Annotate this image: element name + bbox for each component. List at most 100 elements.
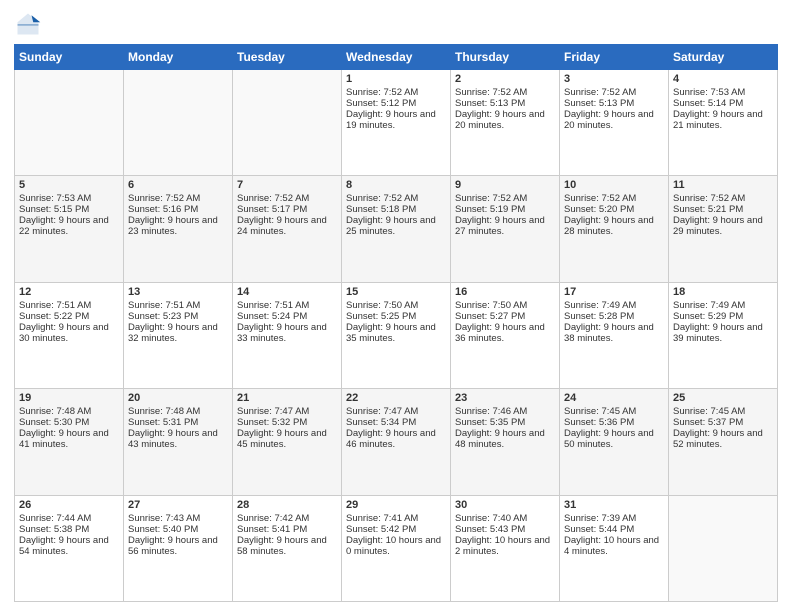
sunrise-text: Sunrise: 7:39 AM <box>564 513 664 524</box>
daylight-text: Daylight: 9 hours and 41 minutes. <box>19 428 119 450</box>
calendar-cell: 12 Sunrise: 7:51 AMSunset: 5:22 PMDayligh… <box>15 282 124 388</box>
daylight-text: Daylight: 9 hours and 58 minutes. <box>237 535 337 557</box>
sunset-text: Sunset: 5:15 PM <box>19 204 119 215</box>
day-number: 19 <box>19 392 119 404</box>
sunset-text: Sunset: 5:32 PM <box>237 417 337 428</box>
daylight-text: Daylight: 10 hours and 2 minutes. <box>455 535 555 557</box>
daylight-text: Daylight: 9 hours and 28 minutes. <box>564 215 664 237</box>
calendar-cell <box>124 70 233 176</box>
calendar-cell: 27Sunrise: 7:43 AMSunset: 5:40 PMDayligh… <box>124 495 233 601</box>
daylight-text: Daylight: 9 hours and 33 minutes. <box>237 322 337 344</box>
day-number: 29 <box>346 499 446 511</box>
sunrise-text: Sunrise: 7:41 AM <box>346 513 446 524</box>
calendar-cell: 30Sunrise: 7:40 AMSunset: 5:43 PMDayligh… <box>451 495 560 601</box>
sunset-text: Sunset: 5:13 PM <box>564 98 664 109</box>
day-number: 5 <box>19 179 119 191</box>
sunset-text: Sunset: 5:22 PM <box>19 311 119 322</box>
calendar-cell: 28Sunrise: 7:42 AMSunset: 5:41 PMDayligh… <box>233 495 342 601</box>
sunset-text: Sunset: 5:21 PM <box>673 204 773 215</box>
sunset-text: Sunset: 5:25 PM <box>346 311 446 322</box>
daylight-text: Daylight: 9 hours and 45 minutes. <box>237 428 337 450</box>
daylight-text: Daylight: 9 hours and 46 minutes. <box>346 428 446 450</box>
sunset-text: Sunset: 5:24 PM <box>237 311 337 322</box>
sunset-text: Sunset: 5:12 PM <box>346 98 446 109</box>
logo-icon <box>14 10 42 38</box>
calendar-cell: 23Sunrise: 7:46 AMSunset: 5:35 PMDayligh… <box>451 389 560 495</box>
daylight-text: Daylight: 9 hours and 56 minutes. <box>128 535 228 557</box>
sunrise-text: Sunrise: 7:51 AM <box>19 300 119 311</box>
day-number: 12 <box>19 286 119 298</box>
daylight-text: Daylight: 10 hours and 0 minutes. <box>346 535 446 557</box>
page: SundayMondayTuesdayWednesdayThursdayFrid… <box>0 0 792 612</box>
day-number: 21 <box>237 392 337 404</box>
sunrise-text: Sunrise: 7:52 AM <box>346 87 446 98</box>
weekday-header-wednesday: Wednesday <box>342 45 451 70</box>
sunset-text: Sunset: 5:35 PM <box>455 417 555 428</box>
daylight-text: Daylight: 9 hours and 38 minutes. <box>564 322 664 344</box>
daylight-text: Daylight: 9 hours and 36 minutes. <box>455 322 555 344</box>
sunrise-text: Sunrise: 7:52 AM <box>564 193 664 204</box>
sunset-text: Sunset: 5:43 PM <box>455 524 555 535</box>
calendar-header-row: SundayMondayTuesdayWednesdayThursdayFrid… <box>15 45 778 70</box>
calendar-week-5: 26Sunrise: 7:44 AMSunset: 5:38 PMDayligh… <box>15 495 778 601</box>
calendar-cell: 31 Sunrise: 7:39 AMSunset: 5:44 PMDayligh… <box>560 495 669 601</box>
day-number: 17 <box>564 286 664 298</box>
daylight-text: Daylight: 9 hours and 19 minutes. <box>346 109 446 131</box>
calendar-cell: 16Sunrise: 7:50 AMSunset: 5:27 PMDayligh… <box>451 282 560 388</box>
day-number: 28 <box>237 499 337 511</box>
sunrise-text: Sunrise: 7:46 AM <box>455 406 555 417</box>
sunrise-text: Sunrise: 7:52 AM <box>673 193 773 204</box>
day-number: 31 <box>564 499 664 511</box>
calendar-cell: 21Sunrise: 7:47 AMSunset: 5:32 PMDayligh… <box>233 389 342 495</box>
day-number: 4 <box>673 73 773 85</box>
calendar-cell: 10Sunrise: 7:52 AMSunset: 5:20 PMDayligh… <box>560 176 669 282</box>
sunset-text: Sunset: 5:28 PM <box>564 311 664 322</box>
sunrise-text: Sunrise: 7:51 AM <box>128 300 228 311</box>
logo <box>14 10 46 38</box>
sunrise-text: Sunrise: 7:52 AM <box>346 193 446 204</box>
calendar-cell: 1Sunrise: 7:52 AMSunset: 5:12 PMDaylight… <box>342 70 451 176</box>
weekday-header-thursday: Thursday <box>451 45 560 70</box>
calendar-cell: 29Sunrise: 7:41 AMSunset: 5:42 PMDayligh… <box>342 495 451 601</box>
day-number: 22 <box>346 392 446 404</box>
calendar-cell: 11Sunrise: 7:52 AMSunset: 5:21 PMDayligh… <box>669 176 778 282</box>
sunrise-text: Sunrise: 7:52 AM <box>455 193 555 204</box>
daylight-text: Daylight: 10 hours and 4 minutes. <box>564 535 664 557</box>
daylight-text: Daylight: 9 hours and 43 minutes. <box>128 428 228 450</box>
day-number: 10 <box>564 179 664 191</box>
calendar-cell: 6Sunrise: 7:52 AMSunset: 5:16 PMDaylight… <box>124 176 233 282</box>
sunrise-text: Sunrise: 7:49 AM <box>673 300 773 311</box>
calendar-week-4: 19Sunrise: 7:48 AMSunset: 5:30 PMDayligh… <box>15 389 778 495</box>
sunset-text: Sunset: 5:44 PM <box>564 524 664 535</box>
sunrise-text: Sunrise: 7:47 AM <box>346 406 446 417</box>
sunrise-text: Sunrise: 7:49 AM <box>564 300 664 311</box>
sunset-text: Sunset: 5:38 PM <box>19 524 119 535</box>
day-number: 18 <box>673 286 773 298</box>
day-number: 15 <box>346 286 446 298</box>
calendar-cell: 4Sunrise: 7:53 AMSunset: 5:14 PMDaylight… <box>669 70 778 176</box>
calendar-cell: 9Sunrise: 7:52 AMSunset: 5:19 PMDaylight… <box>451 176 560 282</box>
calendar-cell: 20 Sunrise: 7:48 AMSunset: 5:31 PMDayligh… <box>124 389 233 495</box>
sunrise-text: Sunrise: 7:48 AM <box>128 406 228 417</box>
calendar-cell: 26Sunrise: 7:44 AMSunset: 5:38 PMDayligh… <box>15 495 124 601</box>
day-number: 13 <box>128 286 228 298</box>
sunset-text: Sunset: 5:19 PM <box>455 204 555 215</box>
daylight-text: Daylight: 9 hours and 39 minutes. <box>673 322 773 344</box>
calendar-cell: 8Sunrise: 7:52 AMSunset: 5:18 PMDaylight… <box>342 176 451 282</box>
sunrise-text: Sunrise: 7:51 AM <box>237 300 337 311</box>
day-number: 23 <box>455 392 555 404</box>
day-number: 8 <box>346 179 446 191</box>
sunset-text: Sunset: 5:31 PM <box>128 417 228 428</box>
sunrise-text: Sunrise: 7:52 AM <box>564 87 664 98</box>
day-number: 24 <box>564 392 664 404</box>
daylight-text: Daylight: 9 hours and 30 minutes. <box>19 322 119 344</box>
day-number: 20 <box>128 392 228 404</box>
sunset-text: Sunset: 5:34 PM <box>346 417 446 428</box>
daylight-text: Daylight: 9 hours and 35 minutes. <box>346 322 446 344</box>
calendar-week-2: 5Sunrise: 7:53 AMSunset: 5:15 PMDaylight… <box>15 176 778 282</box>
sunrise-text: Sunrise: 7:53 AM <box>673 87 773 98</box>
calendar-cell: 13Sunrise: 7:51 AMSunset: 5:23 PMDayligh… <box>124 282 233 388</box>
daylight-text: Daylight: 9 hours and 29 minutes. <box>673 215 773 237</box>
sunset-text: Sunset: 5:37 PM <box>673 417 773 428</box>
day-number: 27 <box>128 499 228 511</box>
